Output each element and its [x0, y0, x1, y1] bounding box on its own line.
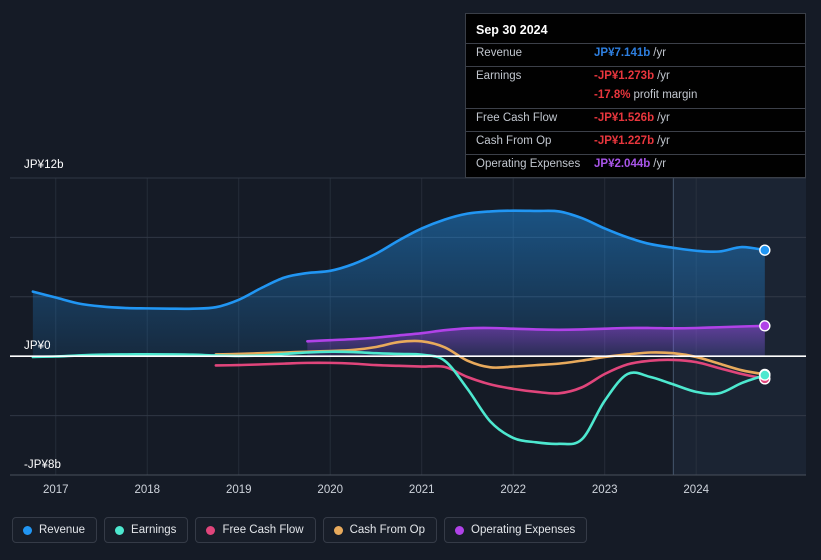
x-axis-tick-2018: 2018 [134, 484, 161, 496]
tooltip-row-value: -JP¥1.526b/yr [594, 112, 670, 124]
legend-color-dot-icon [23, 525, 32, 535]
tooltip-row-value: JP¥2.044b/yr [594, 158, 667, 170]
x-axis-tick-2020: 2020 [317, 484, 344, 496]
tooltip-row: Earnings -JP¥1.273b/yr [466, 66, 805, 89]
legend-color-dot-icon [115, 525, 125, 535]
legend-item-cash-from-op[interactable]: Cash From Op [322, 517, 438, 543]
x-axis-tick-2023: 2023 [591, 484, 618, 496]
legend-item-label: Free Cash Flow [222, 524, 304, 536]
legend-item-free-cash-flow[interactable]: Free Cash Flow [195, 517, 316, 543]
tooltip-rows: Revenue JP¥7.141b/yr Earnings -JP¥1.273b/yr… [466, 43, 805, 177]
legend-color-dot-icon [455, 525, 465, 535]
x-axis-tick-2024: 2024 [683, 484, 709, 496]
tooltip-row-suffix: /yr [657, 135, 670, 147]
financial-performance-chart: JP¥12b JP¥0 -JP¥8b 2017 2018 2019 2020 2021 2… [0, 0, 821, 560]
tooltip-row-value: -JP¥1.227b/yr [594, 135, 670, 147]
tooltip-row-suffix: /yr [657, 70, 670, 82]
tooltip-row-suffix: profit margin [633, 89, 698, 101]
tooltip-row: Operating Expenses JP¥2.044b/yr [466, 154, 805, 177]
tooltip-row: Cash From Op -JP¥1.227b/yr [466, 131, 805, 154]
tooltip-row-suffix: /yr [657, 112, 670, 124]
tooltip-row-suffix: /yr [653, 158, 667, 170]
tooltip-row-label: Revenue [476, 47, 523, 59]
tooltip-row-suffix: /yr [653, 47, 667, 59]
legend-item-label: Cash From Op [349, 524, 426, 536]
tooltip-row-label: Free Cash Flow [476, 112, 558, 124]
tooltip-row-value: JP¥7.141b/yr [594, 47, 667, 59]
legend-item-label: Operating Expenses [471, 524, 576, 536]
tooltip-row-label: Operating Expenses [476, 158, 581, 170]
tooltip-row: Free Cash Flow -JP¥1.526b/yr [466, 108, 805, 131]
data-tooltip: Sep 30 2024 Revenue JP¥7.141b/yr Earnings -… [465, 13, 806, 178]
x-axis-tick-2021: 2021 [408, 484, 435, 496]
tooltip-date: Sep 30 2024 [476, 23, 548, 37]
y-axis-label-bottom: -JP¥8b [24, 459, 62, 471]
tooltip-row: -17.8% profit margin [466, 89, 805, 108]
tooltip-row-label: Earnings [476, 70, 522, 82]
x-axis-tick-2019: 2019 [225, 484, 252, 496]
x-axis-tick-2022: 2022 [500, 484, 526, 496]
legend-item-operating-expenses[interactable]: Operating Expenses [444, 517, 588, 543]
legend-color-dot-icon [333, 525, 343, 535]
chart-legend[interactable]: Revenue Earnings Free Cash Flow Cash From O… [12, 517, 588, 543]
x-axis-tick-2017: 2017 [42, 484, 69, 496]
tooltip-row-value: -17.8% profit margin [594, 89, 698, 101]
tooltip-row-value: -JP¥1.273b/yr [594, 70, 670, 82]
legend-item-earnings[interactable]: Earnings [104, 517, 189, 543]
y-axis-label-top: JP¥12b [24, 159, 64, 171]
legend-item-label: Earnings [131, 524, 177, 536]
legend-item-label: Revenue [39, 524, 86, 536]
legend-color-dot-icon [206, 525, 216, 535]
tooltip-row: Revenue JP¥7.141b/yr [466, 43, 805, 66]
tooltip-row-label: Cash From Op [476, 135, 552, 147]
legend-item-revenue[interactable]: Revenue [12, 517, 98, 543]
y-axis-label-zero: JP¥0 [24, 340, 51, 352]
